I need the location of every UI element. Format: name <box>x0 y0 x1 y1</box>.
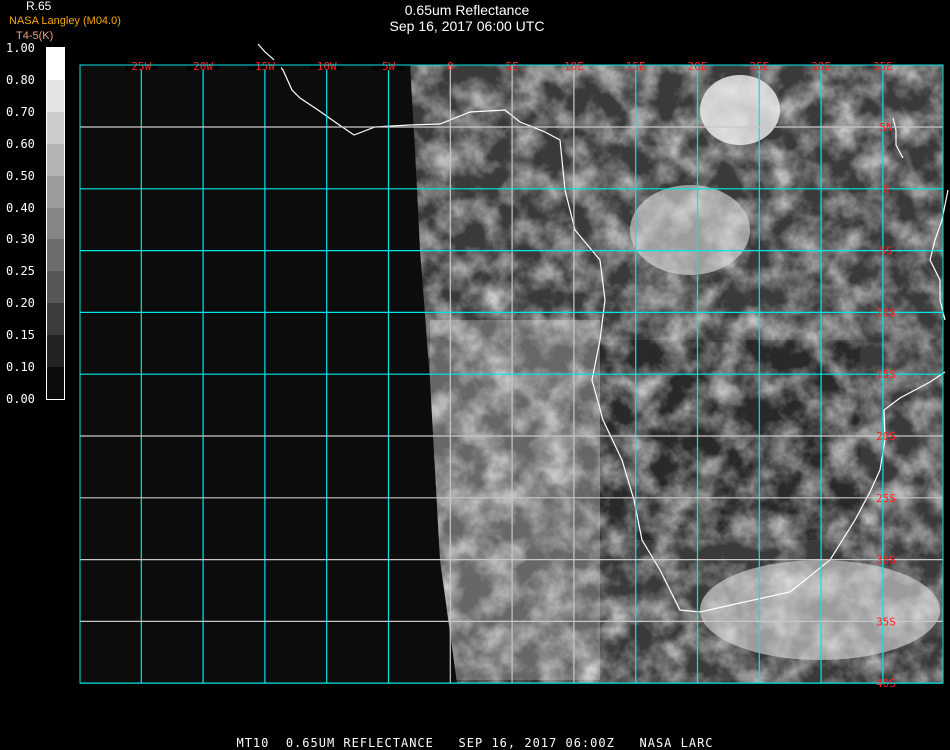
longitude-label: 10E <box>564 60 584 73</box>
longitude-label: 25W <box>131 60 151 73</box>
latitude-label: 0 <box>883 183 890 196</box>
longitude-label: 5E <box>505 60 518 73</box>
longitude-label: 25E <box>749 60 769 73</box>
longitude-label: 35E <box>873 60 893 73</box>
latitude-label: 20S <box>876 430 896 443</box>
longitude-label: 15E <box>626 60 646 73</box>
footer-caption: MT10 0.65UM REFLECTANCE SEP 16, 2017 06:… <box>236 736 714 750</box>
latitude-label: 5N <box>879 121 892 134</box>
latitude-label: 25S <box>876 492 896 505</box>
longitude-label: 15W <box>255 60 275 73</box>
latitude-label: 5S <box>879 245 892 258</box>
longitude-label: 20E <box>688 60 708 73</box>
latitude-label: 30S <box>876 554 896 567</box>
latitude-label: 15S <box>876 368 896 381</box>
latitude-label: 40S <box>876 677 896 690</box>
latitude-label: 35S <box>876 615 896 628</box>
satellite-imagery <box>410 65 943 683</box>
longitude-label: 20W <box>193 60 213 73</box>
longitude-label: 0 <box>447 60 454 73</box>
satellite-map: 25W 20W 15W 10W 5W 0 5E 10E 15E 20E 25E 30E 35E 5N 0 5S… <box>79 43 949 690</box>
longitude-label: 5W <box>382 60 396 73</box>
latitude-label: 10S <box>876 306 896 319</box>
longitude-label: 30E <box>811 60 831 73</box>
longitude-label: 10W <box>317 60 337 73</box>
